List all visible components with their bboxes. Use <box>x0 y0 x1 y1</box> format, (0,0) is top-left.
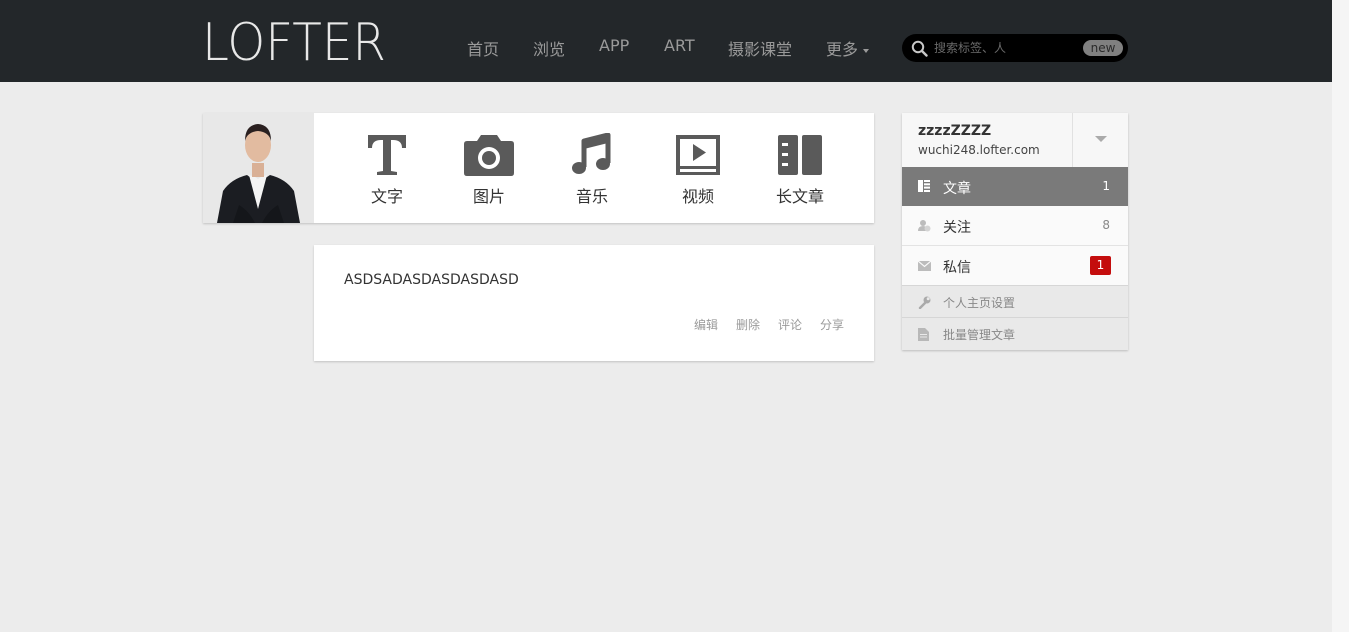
post-music-button[interactable]: 音乐 <box>552 133 632 207</box>
delete-button[interactable]: 删除 <box>736 316 760 333</box>
search-icon[interactable] <box>911 40 928 57</box>
user-header: zzzzZZZZ wuchi248.lofter.com <box>902 113 1128 167</box>
follow-icon <box>918 220 931 232</box>
long-article-icon <box>778 135 822 175</box>
menu-item-batch-manage[interactable]: 批量管理文章 <box>902 317 1128 350</box>
avatar[interactable] <box>203 113 314 223</box>
post-long-article-label: 长文章 <box>775 187 824 206</box>
menu-item-label: 私信 <box>943 260 971 276</box>
user-panel: zzzzZZZZ wuchi248.lofter.com 文章 1 关注 8 私… <box>902 113 1128 350</box>
menu-item-label: 关注 <box>943 220 971 236</box>
camera-icon <box>464 135 514 176</box>
menu-item-home-settings[interactable]: 个人主页设置 <box>902 285 1128 318</box>
post-photo-label: 图片 <box>472 187 505 206</box>
user-domain[interactable]: wuchi248.lofter.com <box>918 143 1040 157</box>
nav-app[interactable]: APP <box>599 36 629 55</box>
nav-photo-class[interactable]: 摄影课堂 <box>728 36 792 60</box>
article-count: 1 <box>1102 179 1110 193</box>
text-icon <box>368 135 406 175</box>
window-edge <box>1332 0 1349 632</box>
user-name[interactable]: zzzzZZZZ <box>918 123 991 139</box>
post-photo-button[interactable]: 图片 <box>449 133 529 207</box>
post-video-label: 视频 <box>681 187 714 206</box>
chevron-down-icon <box>863 48 870 53</box>
new-badge: new <box>1083 40 1123 56</box>
svg-text:LOFTER: LOFTER <box>202 14 386 64</box>
wrench-icon <box>918 296 931 309</box>
nav-art[interactable]: ART <box>664 36 695 55</box>
mail-icon <box>918 261 931 271</box>
edit-button[interactable]: 编辑 <box>694 316 718 333</box>
search-input[interactable] <box>934 38 1079 58</box>
post-type-panel: 文字 图片 音乐 视频 长文章 <box>203 113 874 223</box>
following-count: 8 <box>1102 218 1110 232</box>
lofter-logo[interactable]: LOFTER <box>202 14 388 64</box>
post-long-article-button[interactable]: 长文章 <box>760 133 840 207</box>
post-video-button[interactable]: 视频 <box>658 133 738 207</box>
menu-item-articles[interactable]: 文章 1 <box>902 167 1128 206</box>
share-button[interactable]: 分享 <box>820 316 844 333</box>
menu-item-label: 个人主页设置 <box>943 296 1016 310</box>
menu-item-label: 批量管理文章 <box>943 328 1016 342</box>
unread-badge: 1 <box>1090 256 1111 275</box>
top-header: LOFTER 首页 浏览 APP ART 摄影课堂 更多 new <box>0 0 1332 82</box>
menu-item-label: 文章 <box>943 181 971 197</box>
nav-home[interactable]: 首页 <box>467 36 499 60</box>
menu-item-messages[interactable]: 私信 1 <box>902 246 1128 286</box>
nav-more[interactable]: 更多 <box>826 36 870 60</box>
menu-item-following[interactable]: 关注 8 <box>902 206 1128 246</box>
music-icon <box>572 133 611 174</box>
post-card: ASDSADASDASDASDASD 编辑 删除 评论 分享 <box>314 245 874 361</box>
video-icon <box>676 135 720 175</box>
caret-down-icon <box>1095 136 1107 142</box>
nav-browse[interactable]: 浏览 <box>533 36 565 60</box>
post-music-label: 音乐 <box>575 187 608 206</box>
post-text-button[interactable]: 文字 <box>347 133 427 207</box>
document-icon <box>918 328 929 341</box>
post-content: ASDSADASDASDASDASD <box>344 272 519 288</box>
account-dropdown-button[interactable] <box>1073 113 1128 167</box>
post-text-label: 文字 <box>370 187 403 206</box>
article-icon <box>918 180 930 192</box>
nav-more-label: 更多 <box>826 40 859 59</box>
comment-button[interactable]: 评论 <box>778 316 802 333</box>
